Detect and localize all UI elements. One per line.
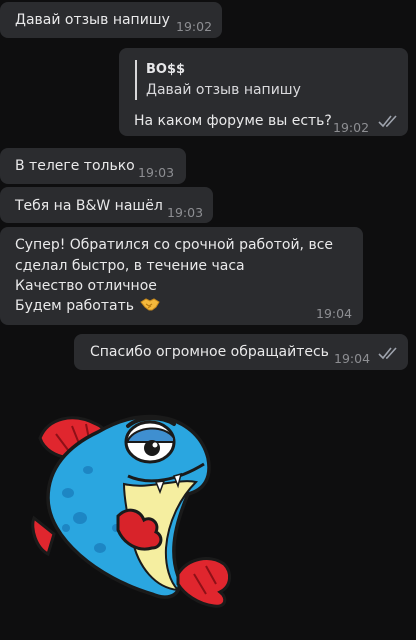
message-time: 19:04 [316,306,353,321]
message-text: Тебя на B&W нашёл [15,198,163,214]
message-text-line: Супер! Обратился со срочной работой, все [15,237,334,253]
message-bubble-incoming[interactable]: Давай отзыв напишу 19:02 [0,2,222,38]
message-text: На каком форуме вы есть? [134,113,332,129]
message-text-line: Будем работать [15,298,134,314]
message-bubble-incoming[interactable]: Тебя на B&W нашёл 19:03 [0,187,213,223]
message-bubble-incoming[interactable]: Супер! Обратился со срочной работой, все… [0,227,363,325]
message-text: Давай отзыв напишу [15,12,170,28]
handshake-icon [140,296,161,318]
message-bubble-outgoing[interactable]: BO$$ Давай отзыв напишу На каком форуме … [119,48,408,136]
double-check-icon [378,114,400,135]
message-text: В телеге только [15,158,135,174]
message-time: 19:03 [167,205,204,220]
message-text-line: сделал быстро, в течение часа [15,258,245,274]
message-text-line: Качество отличное [15,278,157,294]
fish-sticker-drawing [31,414,231,608]
reply-text: Давай отзыв напишу [146,82,301,98]
reply-author: BO$$ [146,62,186,77]
message-text-line-with-emoji: Будем работать [15,296,161,318]
message-text: Спасибо огромное обращайтесь [90,344,329,360]
message-time: 19:04 [334,351,371,366]
message-time: 19:03 [138,165,175,180]
message-bubble-outgoing[interactable]: Спасибо огромное обращайтесь 19:04 [74,334,408,370]
message-time: 19:02 [333,120,370,135]
double-check-icon [378,346,400,367]
message-bubble-incoming[interactable]: В телеге только 19:03 [0,148,186,184]
blue-fish-sticker[interactable] [28,398,248,614]
reply-quote[interactable]: BO$$ Давай отзыв напишу [135,60,301,100]
message-time: 19:02 [176,19,213,34]
